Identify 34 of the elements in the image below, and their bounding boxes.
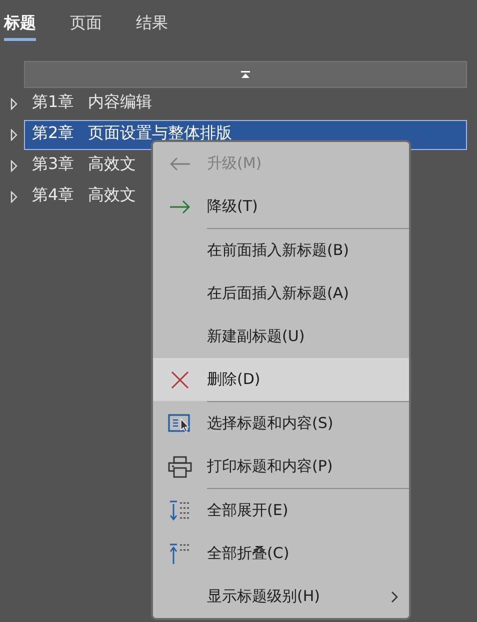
menu-item[interactable]: 降级(T) [153,185,409,228]
menu-item[interactable]: 全部展开(E) [153,489,409,532]
close-icon [171,370,189,388]
expand-all-icon [169,500,191,522]
tab[interactable]: 标题 [4,12,36,41]
chapter-number: 第4章 [32,186,74,204]
chapter-number: 第1章 [32,92,74,110]
collapsed-triangle-icon[interactable] [10,129,18,141]
menu-item[interactable]: 显示标题级别(H) [153,575,409,618]
chevron-right-icon [390,590,398,602]
menu-item[interactable]: 打印标题和内容(P) [153,445,409,488]
menu-item[interactable]: 新建副标题(U) [153,315,409,358]
collapsed-triangle-icon[interactable] [10,98,18,110]
arrow-right-icon [169,200,191,214]
select-content-icon [168,414,192,434]
chapter-number: 第3章 [32,154,74,172]
tab[interactable]: 结果 [136,12,168,38]
collapsed-triangle-icon[interactable] [10,191,18,203]
collapse-all-icon [169,542,191,564]
printer-icon [168,456,192,478]
chapter-title: 内容编辑 [88,92,152,110]
chapter-title: 高效文 [88,186,136,204]
chapter-title: 页面设置与整体排版 [88,124,232,142]
menu-item[interactable]: 在前面插入新标题(B) [153,229,409,272]
collapsed-triangle-icon[interactable] [10,160,18,172]
chapter-number: 第2章 [32,124,74,142]
scroll-top-icon [241,71,250,78]
tab[interactable]: 页面 [70,12,102,38]
menu-item[interactable]: 选择标题和内容(S) [153,402,409,445]
arrow-left-icon [169,156,191,170]
menu-item[interactable]: 在后面插入新标题(A) [153,272,409,315]
menu-item[interactable]: 全部折叠(C) [153,532,409,575]
menu-item[interactable]: 删除(D) [153,358,409,401]
chapter-title: 高效文 [88,154,136,172]
